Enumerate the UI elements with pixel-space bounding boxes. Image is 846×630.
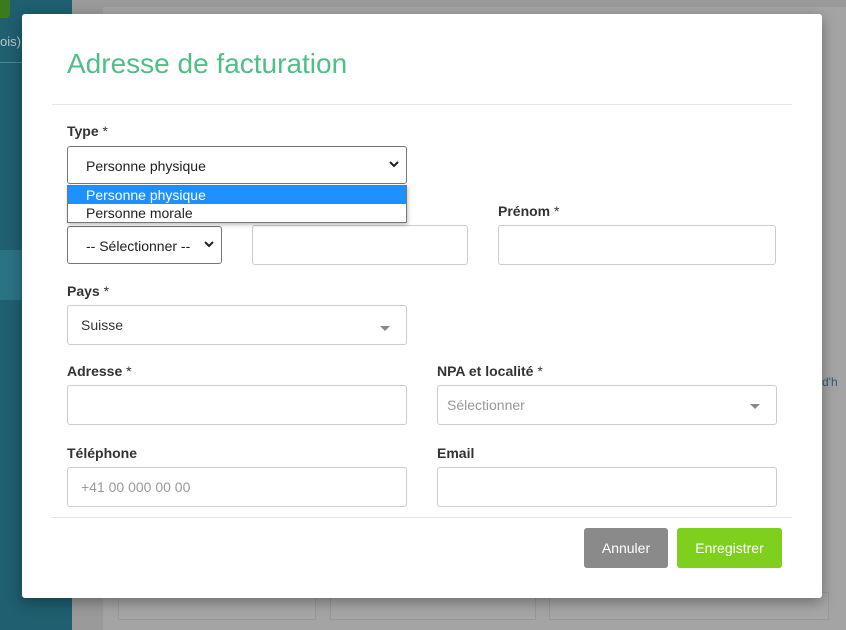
background-sidebar-active-item (0, 250, 22, 300)
last-name-input[interactable] (252, 225, 468, 265)
email-input[interactable] (437, 467, 777, 507)
chevron-down-icon (204, 241, 214, 248)
country-select-value: Suisse (81, 317, 124, 333)
first-name-label: Prénom * (498, 203, 560, 219)
background-sidebar-text: ois) (0, 34, 21, 49)
type-select-value: Personne physique (86, 158, 206, 174)
civility-select-value: -- Sélectionner -- (86, 238, 191, 254)
caret-down-icon (750, 404, 760, 409)
cancel-button[interactable]: Annuler (584, 528, 668, 568)
footer-divider (52, 517, 792, 518)
country-select[interactable]: Suisse (67, 305, 407, 345)
billing-address-modal: Adresse de facturation Type * Personne p… (22, 14, 822, 598)
header-divider (52, 104, 792, 105)
phone-placeholder: +41 00 000 00 00 (81, 479, 191, 495)
type-option-personne-morale[interactable]: Personne morale (68, 204, 406, 222)
caret-down-icon (380, 326, 390, 331)
postcode-locality-label: NPA et localité * (437, 363, 543, 379)
app-logo (0, 0, 10, 18)
type-select[interactable]: Personne physique (67, 146, 407, 184)
postcode-locality-select[interactable]: Sélectionner (437, 385, 777, 425)
first-name-input[interactable] (498, 225, 776, 265)
email-label: Email (437, 445, 475, 461)
postcode-locality-placeholder: Sélectionner (447, 397, 525, 413)
address-label: Adresse * (67, 363, 132, 379)
civility-select[interactable]: -- Sélectionner -- (67, 226, 222, 264)
background-divider (0, 62, 22, 63)
phone-input[interactable]: +41 00 000 00 00 (67, 467, 407, 507)
modal-title: Adresse de facturation (67, 48, 348, 79)
chevron-down-icon (389, 161, 399, 168)
type-dropdown-list: Personne physique Personne morale (67, 185, 407, 223)
type-label: Type * (67, 123, 108, 139)
type-option-personne-physique[interactable]: Personne physique (68, 186, 406, 204)
save-button[interactable]: Enregistrer (677, 528, 782, 568)
address-input[interactable] (67, 385, 407, 425)
country-label: Pays * (67, 283, 110, 299)
phone-label: Téléphone (67, 445, 138, 461)
